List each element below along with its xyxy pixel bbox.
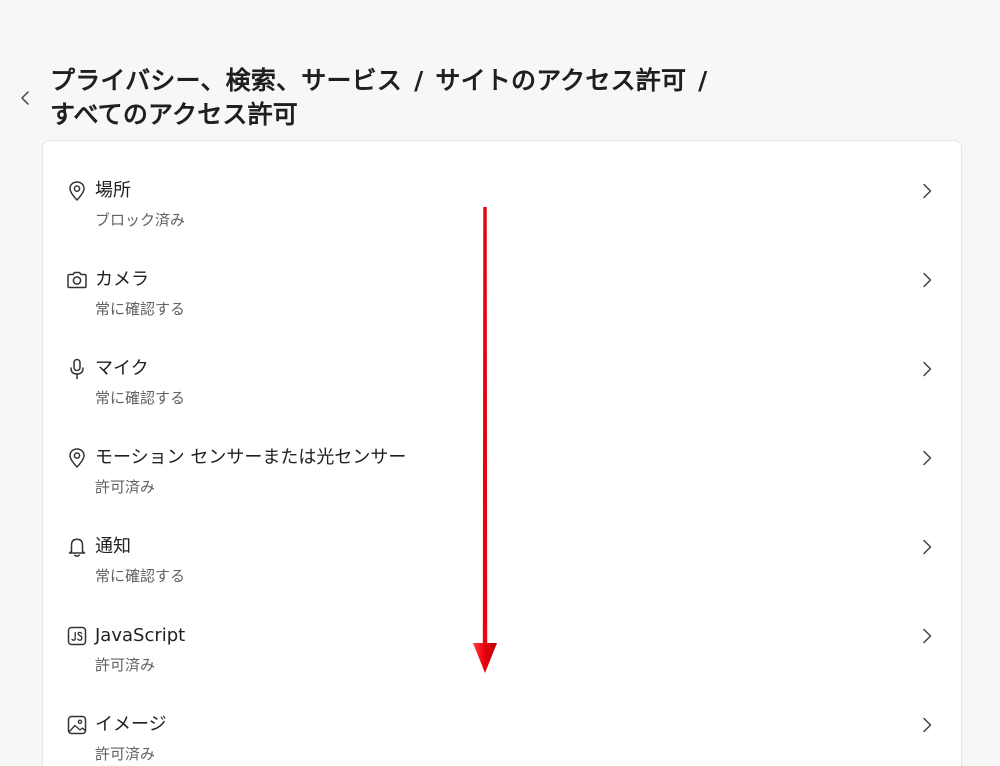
- motion-sensor-icon: [65, 446, 89, 470]
- chevron-right-icon: [915, 535, 939, 559]
- location-pin-icon: [65, 179, 89, 203]
- settings-page: プライバシー、検索、サービス / サイトのアクセス許可 / すべてのアクセス許可 場所 …: [0, 0, 1000, 766]
- javascript-icon: [65, 624, 89, 648]
- permission-item-images[interactable]: イメージ 許可済み: [43, 687, 963, 766]
- image-icon: [65, 713, 89, 737]
- permission-label: イメージ: [95, 714, 167, 735]
- chevron-right-icon: [915, 357, 939, 381]
- page-title: プライバシー、検索、サービス / サイトのアクセス許可 / すべてのアクセス許可: [50, 64, 810, 132]
- permission-label: モーション センサーまたは光センサー: [95, 447, 407, 468]
- permission-item-motion-sensors[interactable]: モーション センサーまたは光センサー 許可済み: [43, 420, 963, 504]
- microphone-icon: [65, 357, 89, 381]
- bell-icon: [65, 535, 89, 559]
- breadcrumb-separator: /: [698, 66, 708, 95]
- permission-item-microphone[interactable]: マイク 常に確認する: [43, 331, 963, 415]
- permission-label: カメラ: [95, 269, 149, 290]
- camera-icon: [65, 268, 89, 292]
- permission-status: 許可済み: [95, 656, 156, 674]
- permission-label: 場所: [95, 180, 131, 201]
- chevron-right-icon: [915, 179, 939, 203]
- permission-item-notifications[interactable]: 通知 常に確認する: [43, 509, 963, 593]
- permission-status: 許可済み: [95, 745, 156, 763]
- permission-item-javascript[interactable]: JavaScript 許可済み: [43, 598, 963, 682]
- permission-item-camera[interactable]: カメラ 常に確認する: [43, 242, 963, 326]
- permission-status: 許可済み: [95, 478, 156, 496]
- back-button[interactable]: [14, 86, 38, 110]
- chevron-right-icon: [915, 713, 939, 737]
- permission-status: 常に確認する: [95, 300, 186, 318]
- permissions-list: 場所 ブロック済み カメラ 常に確認する マイク 常に確認する モーション セン…: [42, 140, 962, 766]
- permission-label: 通知: [95, 536, 131, 557]
- permission-label: JavaScript: [95, 625, 186, 646]
- breadcrumb-separator: /: [414, 66, 424, 95]
- permission-item-location[interactable]: 場所 ブロック済み: [43, 153, 963, 237]
- breadcrumb-item-privacy[interactable]: プライバシー、検索、サービス: [50, 66, 402, 95]
- chevron-right-icon: [915, 446, 939, 470]
- chevron-left-icon: [21, 91, 29, 105]
- chevron-right-icon: [915, 268, 939, 292]
- breadcrumb-item-site-permissions[interactable]: サイトのアクセス許可: [435, 66, 686, 95]
- chevron-right-icon: [915, 624, 939, 648]
- permission-status: 常に確認する: [95, 567, 186, 585]
- permission-status: 常に確認する: [95, 389, 186, 407]
- permission-label: マイク: [95, 358, 149, 379]
- permission-status: ブロック済み: [95, 211, 186, 229]
- breadcrumb-item-all-permissions: すべてのアクセス許可: [50, 100, 299, 129]
